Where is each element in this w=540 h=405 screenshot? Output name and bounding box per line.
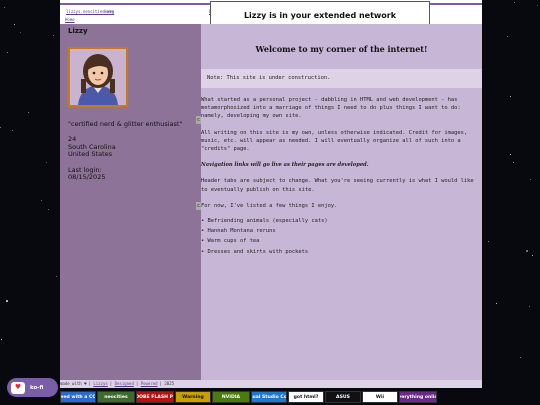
profile-last-login: Last login: 08/15/2025 — [68, 166, 193, 182]
last-login-date: 08/15/2025 — [68, 173, 106, 182]
badge-computer[interactable]: Best viewed with a COMPUTER — [60, 391, 96, 403]
intro-paragraph-2: All writing on this site is my own, unle… — [201, 129, 468, 153]
star — [7, 52, 8, 53]
star — [6, 300, 8, 302]
star — [48, 209, 49, 210]
star — [526, 250, 528, 252]
star — [46, 162, 47, 163]
badge-wii[interactable]: Wii — [362, 391, 398, 403]
star — [1, 339, 2, 340]
made-with-text: made with ♥ — [60, 381, 87, 386]
likes-list: Befriending animals (especially cats) Ha… — [201, 216, 482, 257]
star — [41, 200, 42, 201]
footer: made with ♥ | Lizzys | Designed | Powered | … — [60, 380, 482, 388]
badge-asus[interactable]: ASUS — [325, 391, 361, 403]
navigation-note: Navigation links will go live as their p… — [201, 162, 369, 169]
star — [529, 306, 530, 307]
scroll-marker-bottom[interactable]: c — [196, 202, 201, 210]
list-item: Hannah Montana reruns — [201, 226, 482, 236]
avatar-portrait-icon — [70, 49, 126, 105]
for-now-paragraph: For now, I've listed a few things I enjo… — [201, 202, 338, 209]
profile-info: 24 South Carolina United States — [68, 135, 193, 159]
star — [28, 112, 29, 113]
scroll-marker-top[interactable]: c — [196, 116, 201, 124]
badge-neocities[interactable]: neocities — [97, 391, 135, 403]
star — [53, 35, 54, 36]
badge-got-html[interactable]: got html? — [288, 391, 324, 403]
star — [537, 5, 538, 6]
profile-country: United States — [68, 150, 113, 159]
header-tabs-paragraph: Header tabs are subject to change. What … — [201, 178, 474, 193]
star — [507, 36, 508, 37]
page-title: Welcome to my corner of the internet! — [255, 44, 428, 54]
footer-link-lizzys[interactable]: Lizzys — [93, 381, 107, 386]
badge-vscode[interactable]: Visual Studio Code — [251, 391, 287, 403]
extended-network-label: Lizzy is in your extended network — [243, 10, 397, 20]
badge-warning[interactable]: Warning — [175, 391, 211, 403]
star — [488, 241, 489, 242]
star — [496, 303, 497, 304]
star — [20, 32, 21, 33]
badge-everything-online[interactable]: everything online — [399, 391, 437, 403]
intro-paragraph-1: What started as a personal project - dab… — [201, 97, 461, 120]
star — [520, 357, 521, 358]
star — [514, 2, 515, 3]
star — [510, 154, 511, 155]
badge-row: Best viewed with a COMPUTER neocities Ge… — [60, 391, 482, 405]
footer-link-powered[interactable]: Powered — [141, 381, 158, 386]
coffee-cup-icon: ♥ — [11, 381, 25, 394]
star — [14, 24, 15, 25]
badge-flash-player[interactable]: Get ADOBE FLASH PLAYER — [136, 391, 174, 403]
star — [513, 162, 514, 163]
kofi-label: ko-fi — [30, 384, 44, 391]
list-item: Warm cups of tea — [201, 236, 482, 246]
profile-name: Lizzy — [68, 27, 88, 35]
profile-sidebar: Lizzy "certified nerd & glitter enthusia… — [60, 24, 201, 380]
main-content: c c Welcome to my corner of the internet… — [196, 24, 482, 380]
construction-note: Note: This site is under construction. — [201, 69, 482, 88]
home-link[interactable]: Home — [104, 9, 114, 14]
star — [510, 96, 511, 97]
star — [530, 179, 531, 180]
profile-quote: "certified nerd & glitter enthusiast" — [68, 120, 183, 128]
footer-year: 2025 — [164, 381, 175, 386]
home-tiny-link[interactable]: Home — [65, 17, 75, 22]
footer-link-designed[interactable]: Designed — [115, 381, 134, 386]
star — [12, 130, 13, 131]
list-item: Dresses and skirts with pockets — [201, 247, 482, 257]
star — [0, 127, 1, 128]
star — [56, 276, 57, 277]
star — [4, 7, 5, 8]
star — [532, 255, 533, 256]
badge-nvidia[interactable]: NVIDIA — [212, 391, 250, 403]
kofi-button[interactable]: ♥ ko-fi — [7, 378, 58, 397]
avatar — [68, 47, 128, 107]
list-item: Befriending animals (especially cats) — [201, 216, 482, 226]
